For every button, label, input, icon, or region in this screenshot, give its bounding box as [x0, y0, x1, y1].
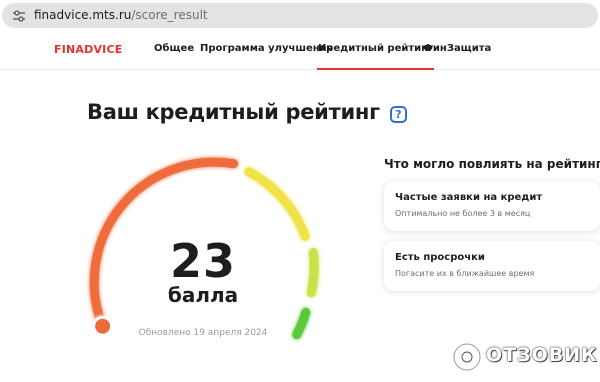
page-title: Ваш кредитный рейтинг: [87, 100, 380, 124]
site-header: FINADVICE Общее Программа улучшения Кред…: [0, 31, 600, 70]
otzovik-watermark-text: ОТЗОВИК: [486, 344, 598, 366]
nav-item-general[interactable]: Общее: [154, 43, 194, 54]
factor-title: Есть просрочки: [395, 252, 485, 263]
factor-card-overdue-payments[interactable]: Есть просрочки Погасите их в ближайшее в…: [384, 241, 600, 291]
score-updated-date: Обновлено 19 апреля 2024: [138, 328, 268, 338]
question-icon[interactable]: ?: [390, 106, 407, 123]
url-host: finadvice.mts.ru: [34, 8, 132, 22]
address-bar[interactable]: finadvice.mts.ru/score_result: [2, 3, 598, 28]
factor-subtitle: Оптимально не более 3 в месяц: [395, 209, 531, 218]
gauge-segment-yellow: [244, 167, 310, 241]
browser-toolbar: finadvice.mts.ru/score_result: [0, 0, 600, 31]
score-value: 23: [169, 234, 236, 288]
url-text[interactable]: finadvice.mts.ru/score_result: [34, 8, 208, 22]
factor-card-frequent-applications[interactable]: Частые заявки на кредит Оптимально не бо…: [384, 181, 600, 231]
nav-item-credit-rating[interactable]: Кредитный рейтинг: [316, 43, 435, 70]
score-unit: балла: [167, 283, 239, 307]
url-path: /score_result: [131, 8, 208, 22]
site-settings-icon[interactable]: [12, 9, 26, 23]
factors-title: Что могло повлиять на рейтинг: [384, 157, 600, 171]
factor-subtitle: Погасите их в ближайшее время: [395, 269, 535, 278]
finadvice-logo[interactable]: FINADVICE: [54, 43, 122, 56]
nav-item-improvement-program[interactable]: Программа улучшения: [200, 43, 333, 54]
nav-item-finzashchita[interactable]: ФинЗащита: [423, 43, 491, 54]
factor-title: Частые заявки на кредит: [395, 192, 543, 203]
